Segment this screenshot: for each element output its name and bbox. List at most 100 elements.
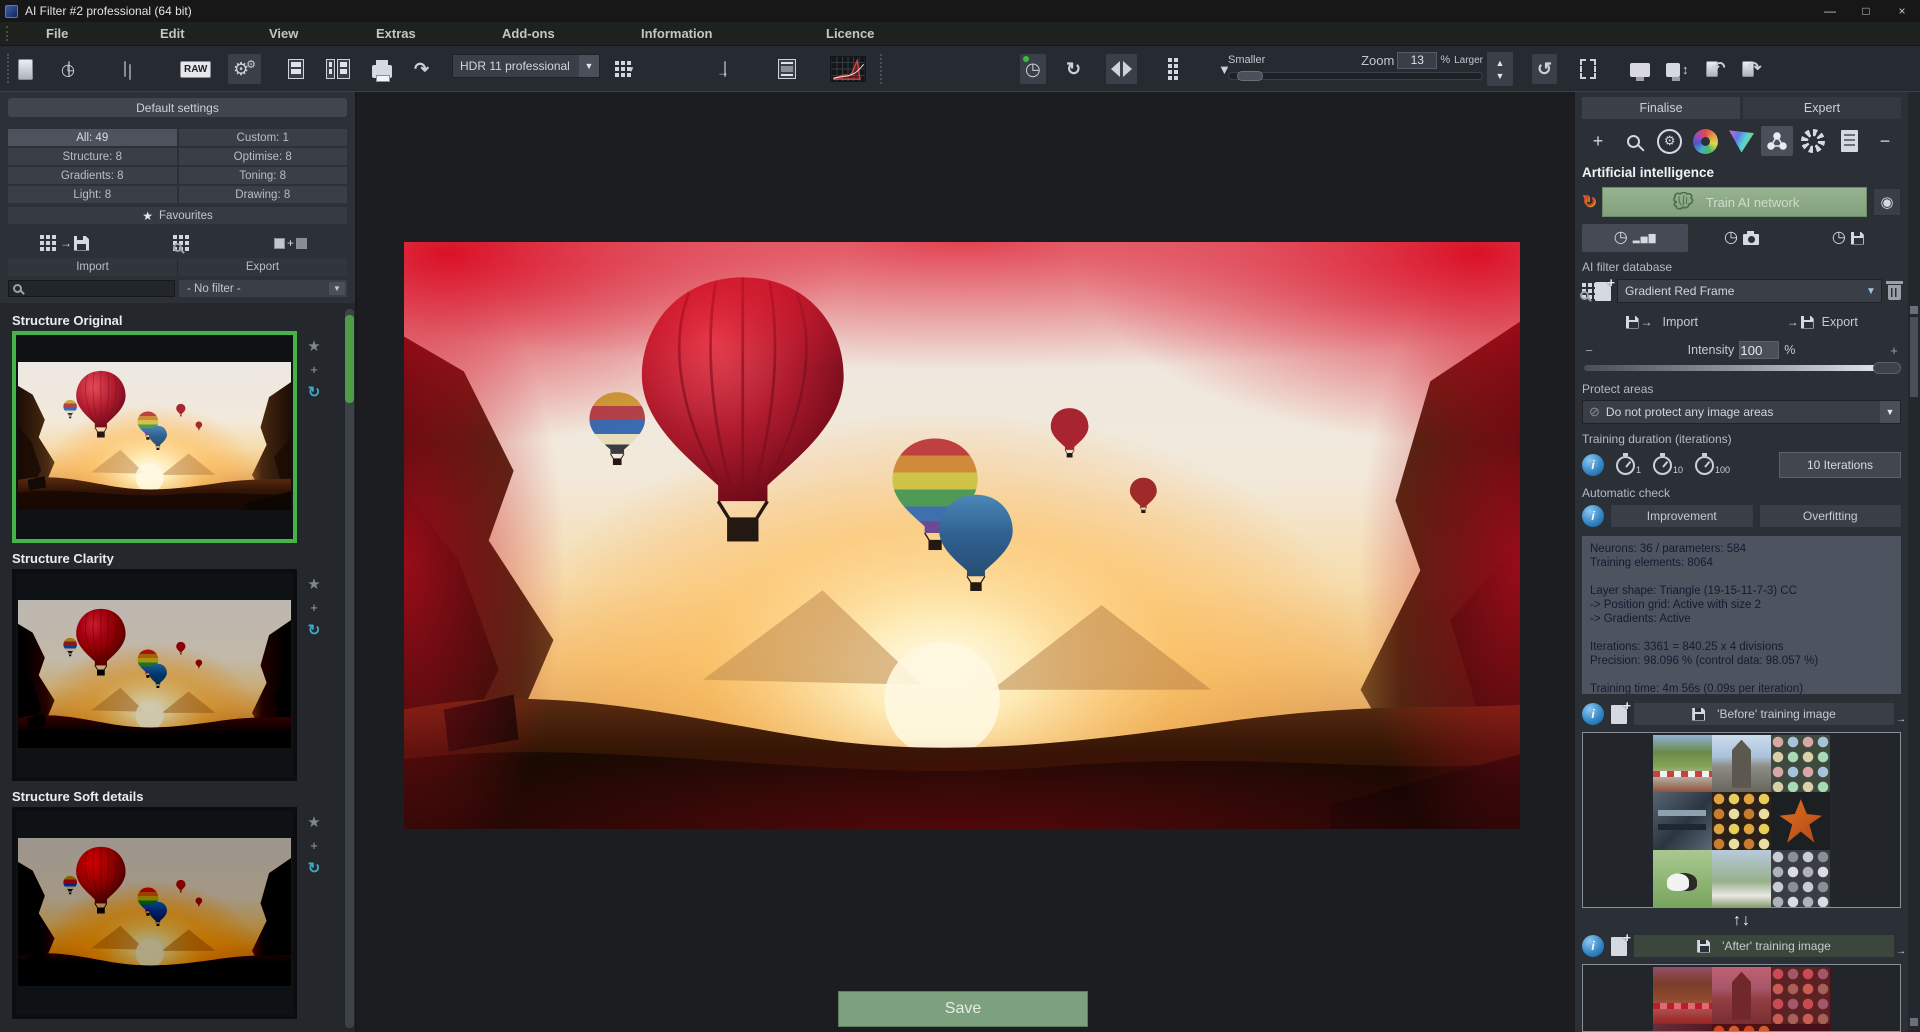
ai-panel-scrollbar[interactable]: [1908, 92, 1920, 1032]
single-view-icon[interactable]: [288, 54, 304, 84]
iterations-button[interactable]: 10 Iterations: [1779, 452, 1901, 478]
stopwatch-100-icon[interactable]: 100: [1695, 456, 1730, 475]
export-label[interactable]: Export: [178, 258, 347, 276]
import-filter-button[interactable]: → Import: [1582, 310, 1742, 334]
redo-icon[interactable]: ↻: [1066, 54, 1081, 84]
category-custom[interactable]: Custom: 1: [179, 129, 348, 146]
resize-icon[interactable]: ↕: [1666, 54, 1689, 84]
intensity-plus[interactable]: +: [1887, 343, 1901, 358]
scrollbar-thumb[interactable]: [1910, 317, 1918, 397]
before-training-image-preview[interactable]: [1582, 732, 1901, 908]
filter-presets-button[interactable]: [121, 235, 234, 252]
share-icon[interactable]: ↷: [414, 54, 429, 84]
export-image-icon[interactable]: →: [724, 54, 726, 84]
menu-add-ons[interactable]: Add-ons: [502, 26, 555, 41]
stopwatch-10-icon[interactable]: 10: [1653, 456, 1683, 475]
batch-report-icon[interactable]: [124, 54, 126, 84]
protect-areas-dropdown[interactable]: ⊘ Do not protect any image areas ▼: [1582, 400, 1901, 424]
color-space-icon[interactable]: [1726, 126, 1758, 156]
report-document-icon[interactable]: [1833, 126, 1865, 156]
info-icon[interactable]: i: [1582, 505, 1604, 527]
film-strip-icon[interactable]: [778, 54, 796, 84]
minimize-button[interactable]: —: [1812, 0, 1848, 22]
favourite-star-icon[interactable]: ★: [307, 815, 320, 830]
preset-thumbnail-structure-original[interactable]: [12, 331, 297, 543]
close-button[interactable]: ×: [1884, 0, 1920, 22]
stopwatch-1-icon[interactable]: 1: [1616, 456, 1641, 475]
detach-panel-icon[interactable]: [1168, 54, 1180, 84]
add-image-icon[interactable]: [1611, 705, 1627, 724]
zoom-step-up-icon[interactable]: ▲: [1496, 58, 1505, 68]
menu-view[interactable]: View: [269, 26, 298, 41]
intensity-value-input[interactable]: [1739, 341, 1779, 359]
overfitting-button[interactable]: Overfitting: [1760, 505, 1902, 527]
training-snapshot-button[interactable]: ◷: [1688, 224, 1794, 252]
monitor-icon[interactable]: [1630, 54, 1650, 84]
training-statistics-button[interactable]: ◷ ▂▅▇: [1582, 224, 1688, 252]
intensity-slider-handle[interactable]: [1873, 362, 1901, 374]
aperture-icon[interactable]: [1797, 126, 1829, 156]
category-structure[interactable]: Structure: 8: [8, 148, 177, 165]
add-filter-icon[interactable]: [1595, 282, 1611, 301]
intensity-minus[interactable]: −: [1582, 343, 1596, 358]
ai-filter-dropdown[interactable]: Gradient Red Frame ▼: [1617, 279, 1882, 303]
improvement-button[interactable]: Improvement: [1611, 505, 1753, 527]
post-processing-dropdown[interactable]: HDR 11 professional ▼: [452, 54, 600, 78]
split-view-icon[interactable]: [326, 54, 350, 84]
save-button[interactable]: Save: [838, 991, 1088, 1027]
add-tool-icon[interactable]: +: [1582, 126, 1614, 156]
collapse-tool-icon[interactable]: −: [1869, 126, 1901, 156]
list-item[interactable]: Structure Original ★ + ↻: [12, 313, 355, 543]
category-gradients[interactable]: Gradients: 8: [8, 167, 177, 184]
add-preset-icon[interactable]: +: [310, 601, 318, 614]
after-training-image-button[interactable]: 'After' training image: [1634, 935, 1894, 957]
tab-expert[interactable]: Expert: [1743, 97, 1901, 119]
refresh-preset-icon[interactable]: ↻: [308, 861, 321, 876]
add-preset-icon[interactable]: +: [310, 839, 318, 852]
info-icon[interactable]: i: [1582, 454, 1604, 476]
after-training-image-preview[interactable]: [1582, 964, 1901, 1032]
tab-finalise[interactable]: Finalise: [1582, 97, 1740, 119]
add-image-icon[interactable]: [1611, 937, 1627, 956]
preview-eye-icon[interactable]: ◉: [1873, 188, 1901, 216]
print-icon[interactable]: [372, 54, 392, 84]
timer-icon[interactable]: ◷: [1020, 54, 1046, 84]
preset-filter-dropdown[interactable]: - No filter - ▼: [179, 280, 347, 297]
database-grid-icon[interactable]: [1582, 283, 1589, 300]
menu-edit[interactable]: Edit: [160, 26, 185, 41]
optimise-gear-icon[interactable]: ⚙: [1654, 126, 1686, 156]
zoom-value-input[interactable]: [1397, 52, 1437, 69]
menu-information[interactable]: Information: [641, 26, 713, 41]
ai-network-icon[interactable]: [1761, 126, 1793, 156]
preset-thumbnail-structure-clarity[interactable]: [12, 569, 297, 781]
favourite-star-icon[interactable]: ★: [307, 339, 320, 354]
zoom-stepper[interactable]: ▲ ▼: [1487, 52, 1513, 86]
refresh-preset-icon[interactable]: ↻: [308, 385, 321, 400]
menu-file[interactable]: File: [46, 26, 68, 41]
scroll-up-arrow[interactable]: [1910, 306, 1918, 314]
info-icon[interactable]: i: [1582, 935, 1604, 957]
category-toning[interactable]: Toning: 8: [179, 167, 348, 184]
add-preset-icon[interactable]: +: [310, 363, 318, 376]
rotate-canvas-icon[interactable]: ↺: [1532, 54, 1557, 84]
list-item[interactable]: Structure Soft details ★ + ↻: [12, 789, 355, 1019]
category-light[interactable]: Light: 8: [8, 186, 177, 203]
intensity-slider[interactable]: [1582, 362, 1901, 374]
color-wheel-icon[interactable]: [1690, 126, 1722, 156]
default-settings-button[interactable]: Default settings: [8, 98, 347, 117]
preset-list-scrollbar[interactable]: [345, 309, 354, 1028]
new-file-icon[interactable]: [18, 54, 33, 84]
category-all[interactable]: All: 49: [8, 129, 177, 146]
preset-thumbnail-structure-soft-details[interactable]: [12, 807, 297, 1019]
edited-image-preview[interactable]: [404, 242, 1520, 829]
preset-search-field[interactable]: [8, 280, 175, 297]
export-filter-button[interactable]: → Export: [1742, 310, 1902, 334]
settings-gears-icon[interactable]: ⚙⚙: [228, 54, 261, 84]
histogram-icon[interactable]: [830, 54, 866, 84]
scroll-down-arrow[interactable]: [1910, 1018, 1918, 1026]
import-presets-button[interactable]: →: [8, 235, 121, 251]
category-drawing[interactable]: Drawing: 8: [179, 186, 348, 203]
rotate-right-icon[interactable]: ↷: [1742, 54, 1761, 84]
maximize-button[interactable]: □: [1848, 0, 1884, 22]
training-save-button[interactable]: ◷: [1795, 224, 1901, 252]
